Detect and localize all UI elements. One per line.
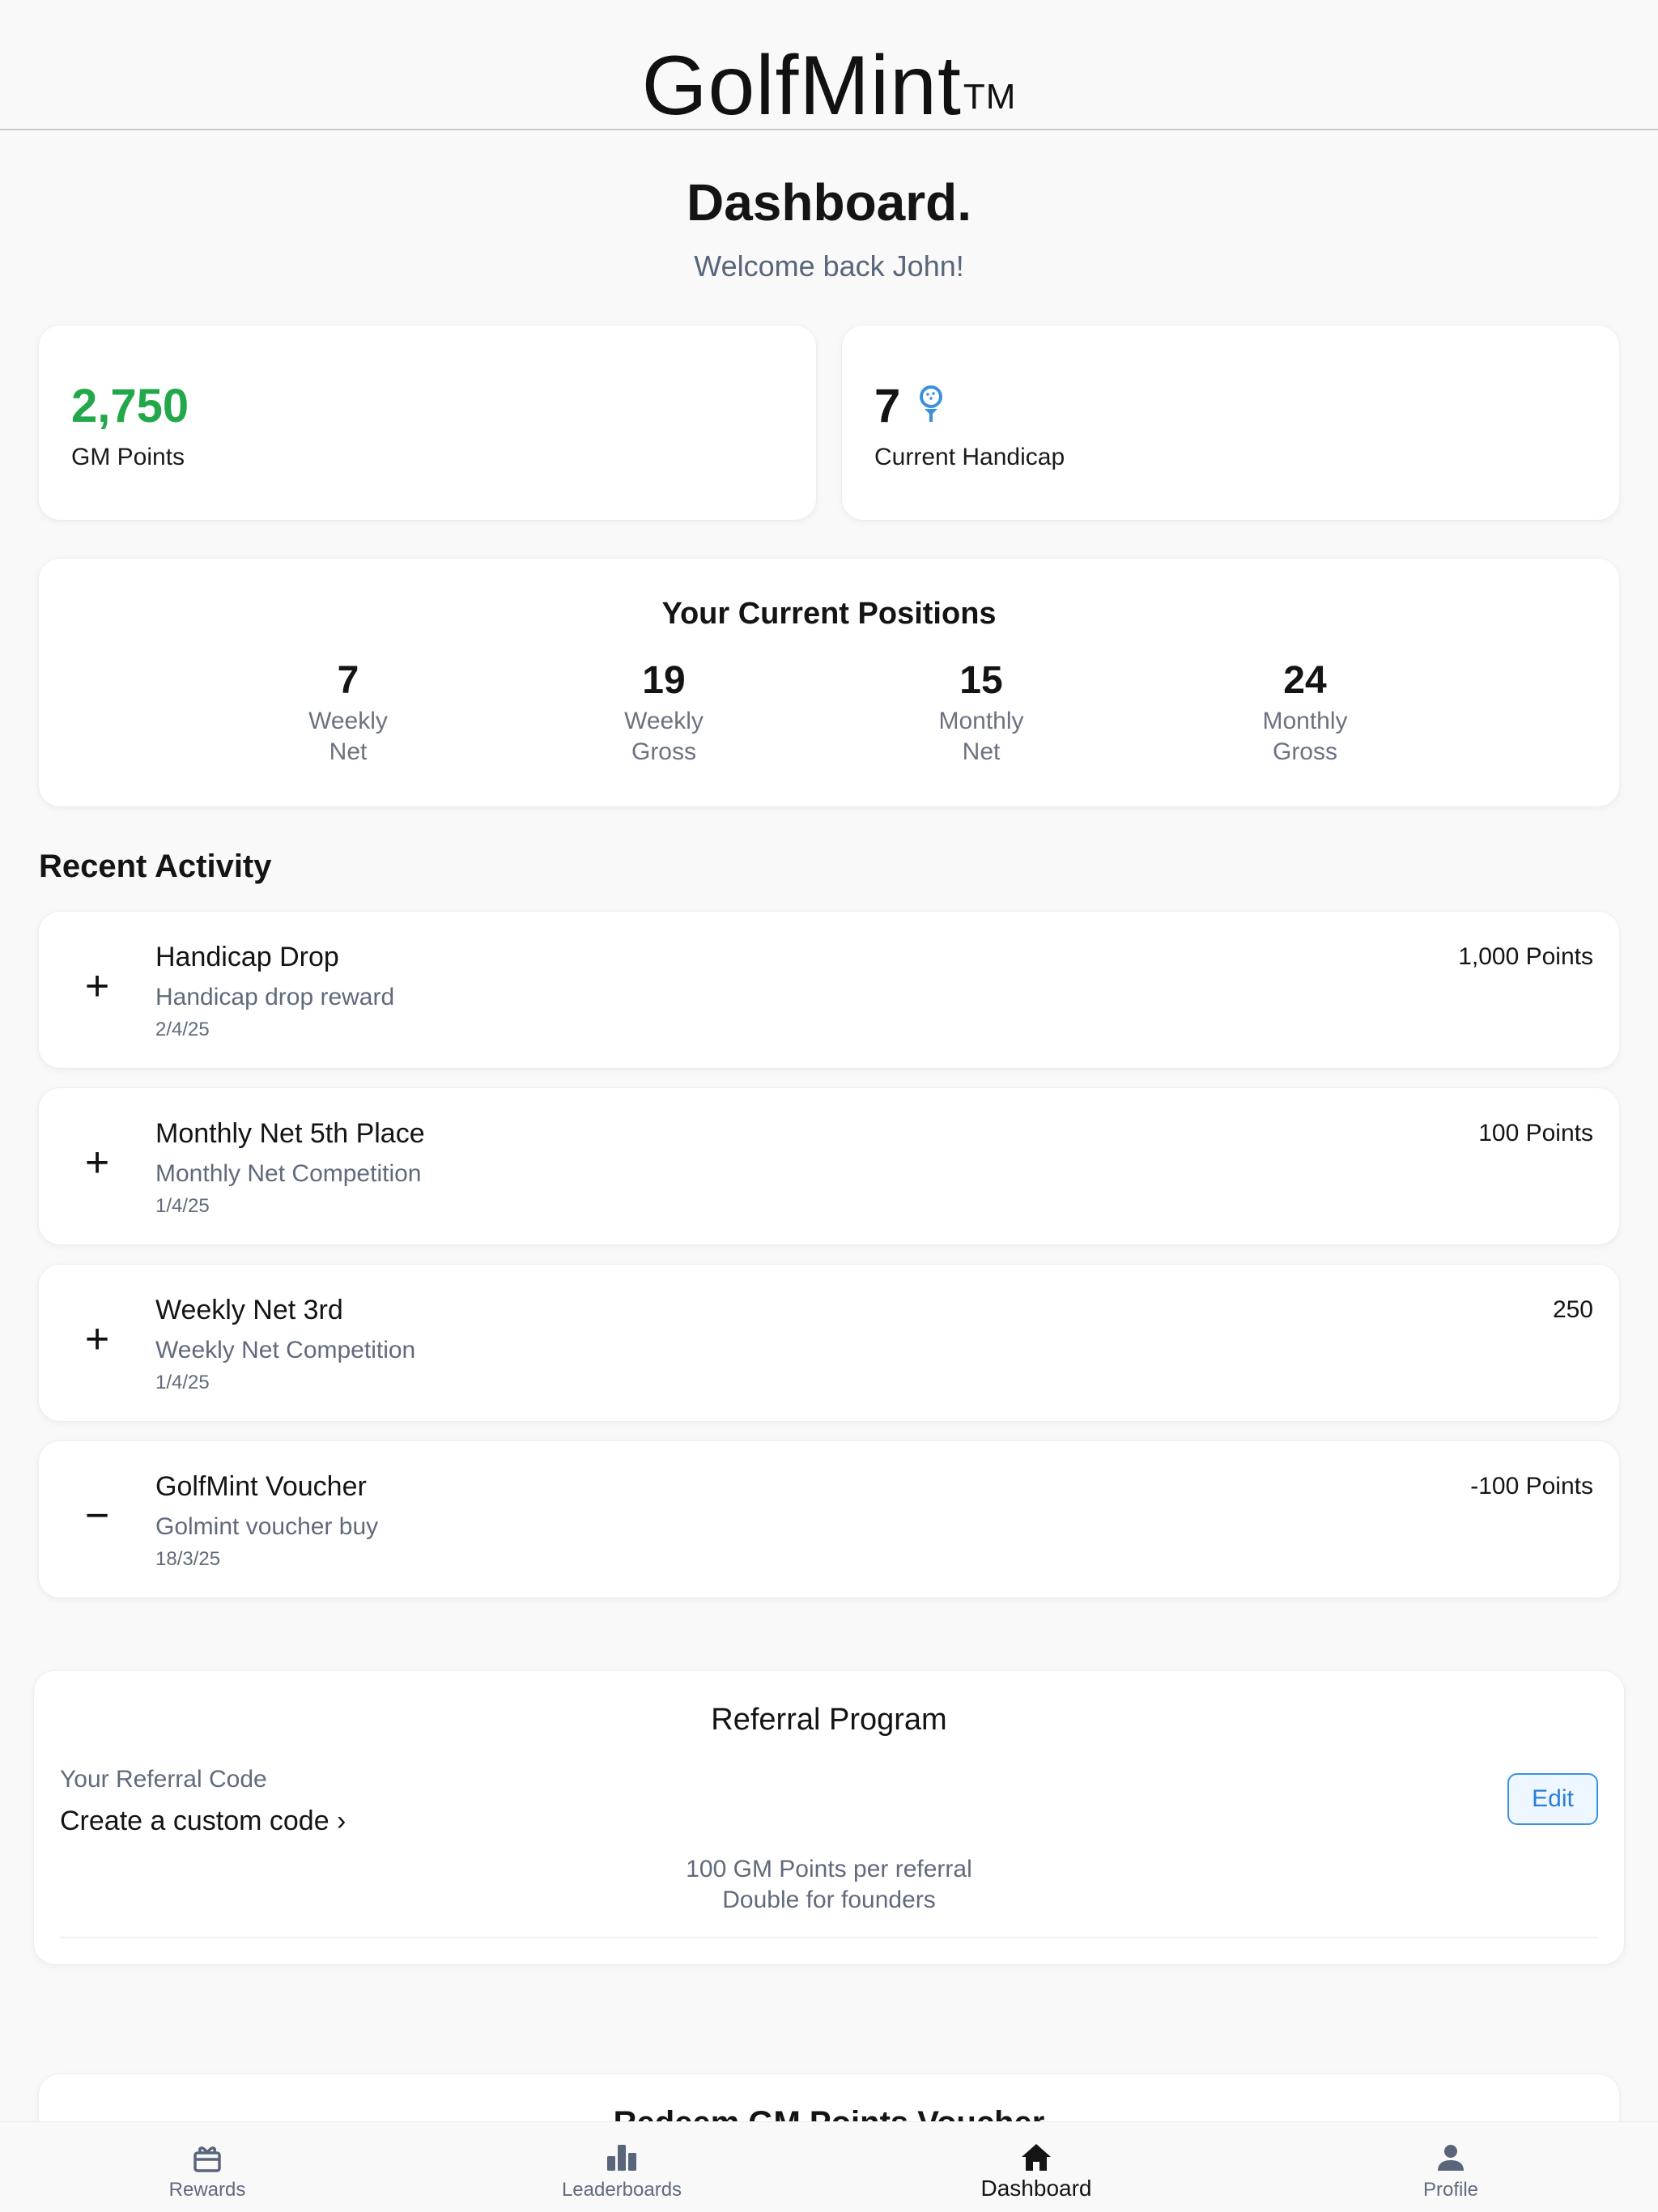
handicap-value: 7	[874, 380, 901, 432]
activity-date: 18/3/25	[155, 1548, 221, 1570]
current-positions-card: Your Current Positions 7 Weekly Net 19 W…	[39, 559, 1619, 806]
positions-title: Your Current Positions	[661, 597, 997, 631]
activity-points: -100 Points	[1470, 1473, 1593, 1499]
position-value: 7	[337, 659, 359, 702]
nav-item-leaderboards[interactable]: Leaderboards	[500, 2122, 743, 2212]
page-title: Dashboard.	[686, 173, 972, 232]
position-label-line2: Gross	[631, 738, 696, 765]
referral-title: Referral Program	[711, 1703, 947, 1737]
minus-icon: −	[84, 1492, 110, 1539]
gift-icon	[193, 2146, 221, 2172]
position-label-line2: Net	[962, 738, 1001, 765]
nav-item-rewards[interactable]: Rewards	[86, 2122, 329, 2212]
activity-subtitle: Handicap drop reward	[155, 984, 395, 1010]
gm-points-card: 2,750 GM Points	[39, 325, 816, 520]
plus-icon: +	[84, 1316, 110, 1363]
activity-title: Monthly Net 5th Place	[155, 1118, 425, 1149]
bottom-nav: Rewards Leaderboards Dashboard Profile	[0, 2121, 1658, 2212]
create-custom-code-link[interactable]: Create a custom code ›	[60, 1802, 346, 1840]
referral-info-line2: Double for founders	[722, 1887, 936, 1913]
position-value: 19	[642, 659, 686, 702]
referral-program-card: Referral Program Your Referral Code Crea…	[34, 1671, 1624, 1964]
activity-item[interactable]: + Monthly Net 5th Place Monthly Net Comp…	[39, 1088, 1619, 1244]
position-label-line1: Monthly	[1262, 708, 1348, 734]
activity-title: Handicap Drop	[155, 942, 339, 972]
brand-name: GolfMint	[641, 39, 962, 133]
position-weekly-net: 7 Weekly Net	[251, 656, 445, 768]
edit-referral-button[interactable]: Edit	[1507, 1773, 1598, 1825]
referral-code-label: Your Referral Code	[60, 1766, 267, 1793]
person-icon	[1438, 2145, 1464, 2171]
referral-info: 100 GM Points per referral Double for fo…	[34, 1854, 1624, 1916]
position-value: 24	[1283, 659, 1327, 702]
position-weekly-gross: 19 Weekly Gross	[567, 656, 761, 768]
activity-subtitle: Weekly Net Competition	[155, 1337, 416, 1363]
gm-points-label: GM Points	[71, 444, 185, 470]
recent-activity-title: Recent Activity	[39, 849, 272, 884]
position-monthly-net: 15 Monthly Net	[884, 656, 1078, 768]
activity-points: 250	[1552, 1296, 1593, 1323]
position-monthly-gross: 24 Monthly Gross	[1208, 656, 1402, 768]
position-label-line2: Net	[329, 738, 368, 765]
position-label-line1: Weekly	[308, 708, 388, 734]
activity-date: 1/4/25	[155, 1372, 210, 1393]
position-label-line1: Monthly	[938, 708, 1024, 734]
activity-points: 100 Points	[1478, 1120, 1593, 1146]
plus-icon: +	[84, 1139, 110, 1186]
activity-subtitle: Golmint voucher buy	[155, 1513, 379, 1540]
activity-subtitle: Monthly Net Competition	[155, 1160, 422, 1187]
handicap-card: 7 Current Handicap	[842, 325, 1619, 520]
gm-points-value: 2,750	[71, 380, 189, 432]
position-value: 15	[959, 659, 1003, 702]
brand-trademark: TM	[963, 77, 1017, 117]
referral-info-line1: 100 GM Points per referral	[686, 1856, 972, 1882]
plus-icon: +	[84, 963, 110, 1010]
brand-logo: GolfMintTM	[0, 37, 1658, 134]
activity-item[interactable]: − GolfMint Voucher Golmint voucher buy 1…	[39, 1441, 1619, 1597]
activity-item[interactable]: + Handicap Drop Handicap drop reward 2/4…	[39, 912, 1619, 1068]
nav-label: Dashboard	[980, 2176, 1092, 2201]
divider	[60, 1937, 1598, 1938]
handicap-label: Current Handicap	[874, 444, 1065, 470]
page: GolfMintTM Dashboard. Welcome back John!…	[0, 0, 1658, 2212]
position-label-line1: Weekly	[624, 708, 704, 734]
nav-item-profile[interactable]: Profile	[1329, 2122, 1572, 2212]
activity-title: Weekly Net 3rd	[155, 1295, 343, 1325]
bar-chart-icon	[607, 2145, 636, 2171]
activity-date: 1/4/25	[155, 1195, 210, 1217]
activity-date: 2/4/25	[155, 1019, 210, 1040]
home-icon	[1022, 2144, 1051, 2171]
position-label-line2: Gross	[1272, 738, 1337, 765]
nav-item-dashboard[interactable]: Dashboard	[915, 2122, 1158, 2212]
nav-label: Profile	[1422, 2179, 1479, 2201]
activity-item[interactable]: + Weekly Net 3rd Weekly Net Competition …	[39, 1265, 1619, 1421]
golf-ball-tee-icon	[920, 385, 942, 422]
nav-label: Rewards	[168, 2179, 246, 2201]
app-header: GolfMintTM	[0, 0, 1658, 133]
welcome-message: Welcome back John!	[694, 249, 964, 283]
nav-label: Leaderboards	[561, 2179, 682, 2201]
activity-points: 1,000 Points	[1458, 943, 1593, 970]
activity-title: GolfMint Voucher	[155, 1471, 367, 1502]
